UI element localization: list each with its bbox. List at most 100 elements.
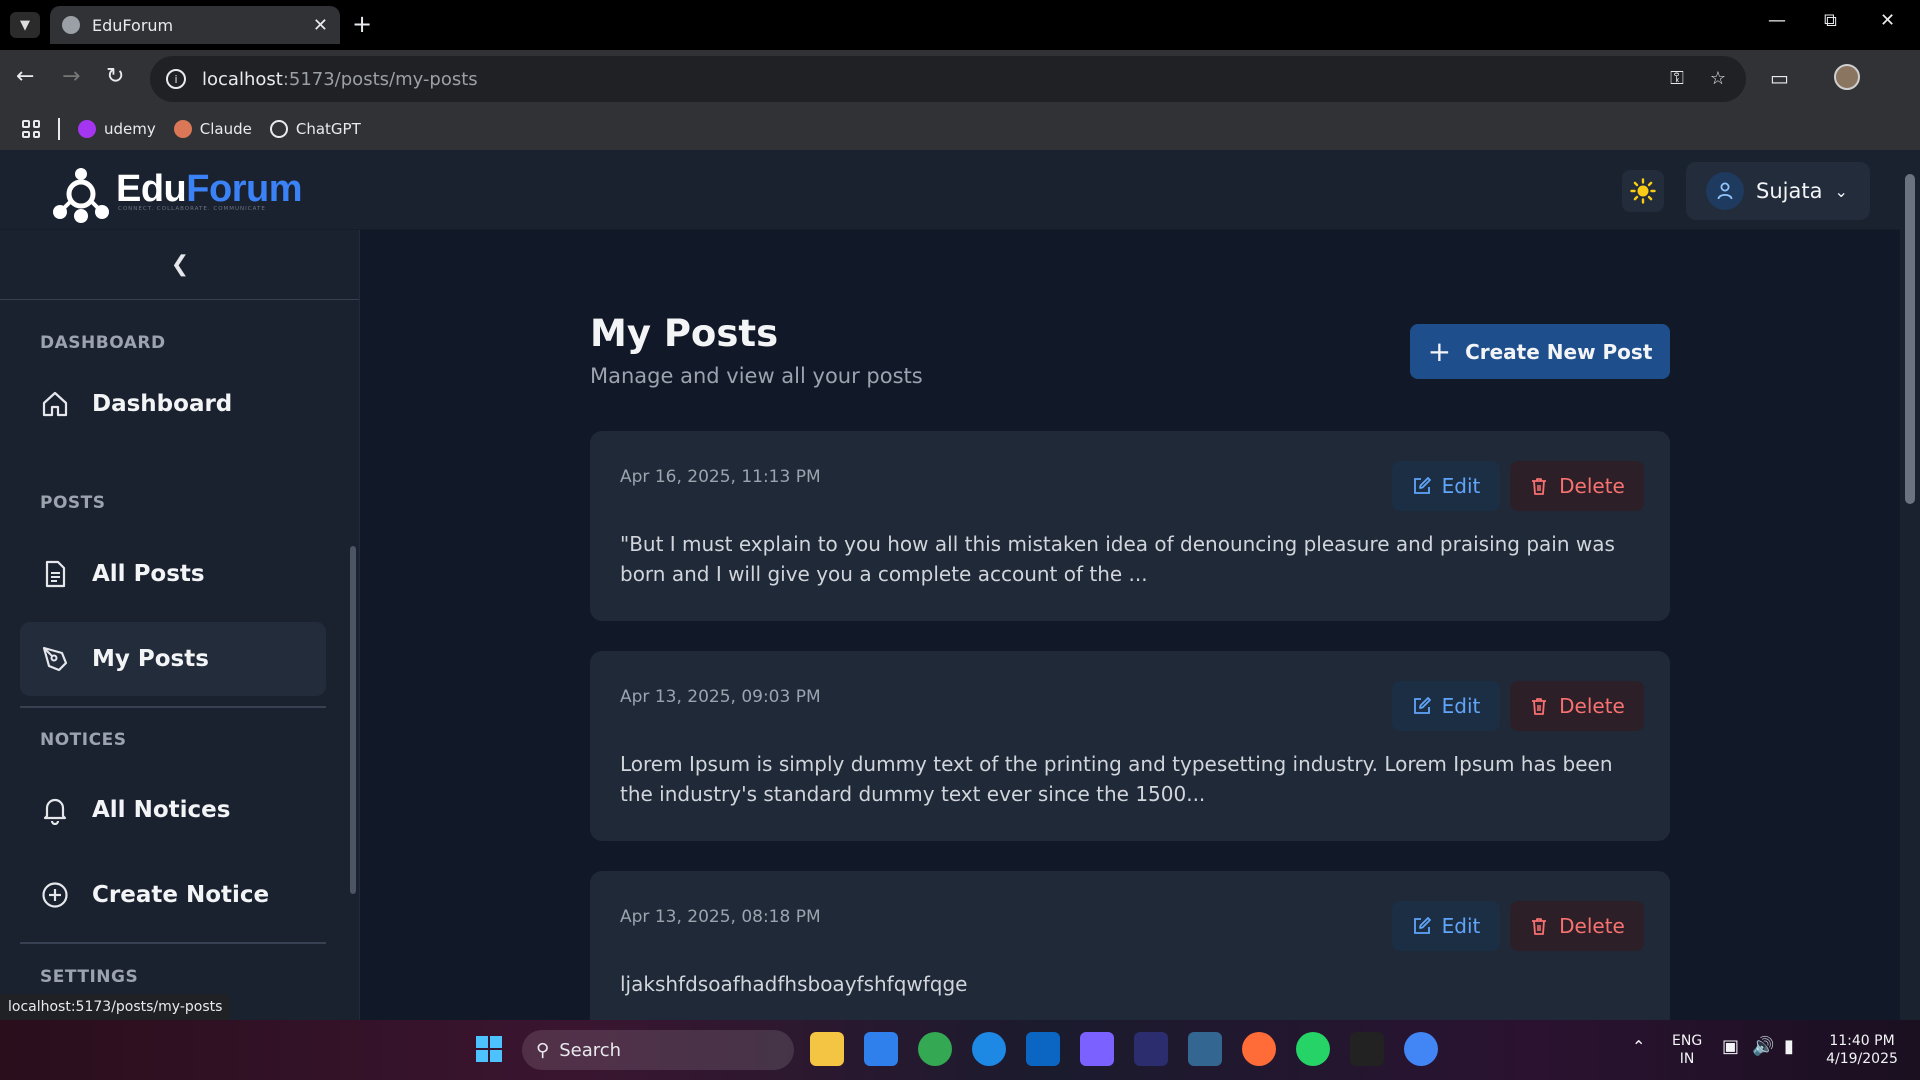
search-icon: ⚲ [536, 1039, 550, 1061]
address-bar[interactable]: i localhost :5173/posts/my-posts ⚿ ☆ [150, 56, 1746, 102]
minimize-button[interactable]: — [1768, 10, 1786, 31]
outlook-icon[interactable] [1026, 1032, 1060, 1066]
bookmarks-separator [58, 118, 60, 140]
delete-post-button[interactable]: Delete [1510, 681, 1644, 731]
site-info-icon[interactable]: i [166, 69, 186, 89]
chevron-left-icon: ❮ [170, 252, 190, 277]
apps-grid-icon[interactable] [22, 120, 40, 138]
m365-icon[interactable] [1080, 1032, 1114, 1066]
new-tab-button[interactable]: + [352, 10, 372, 38]
document-icon [45, 560, 66, 588]
battery-icon[interactable]: ▮ [1784, 1038, 1794, 1056]
sidebar-section-dashboard: DASHBOARD [40, 333, 166, 353]
create-new-post-button[interactable]: + Create New Post [1410, 324, 1670, 379]
tab-title: EduForum [92, 15, 174, 35]
edit-icon [1413, 697, 1431, 714]
restore-button[interactable]: ⧉ [1824, 10, 1837, 31]
logo-tagline: CONNECT. COLLABORATE. COMMUNICATE [118, 206, 266, 212]
sidebar-section-posts: POSTS [40, 493, 106, 513]
edit-post-button[interactable]: Edit [1392, 901, 1500, 951]
window-close-button[interactable]: ✕ [1880, 10, 1895, 31]
page-subtitle: Manage and view all your posts [590, 364, 923, 388]
udemy-icon [78, 120, 96, 138]
sidebar: ❮ DASHBOARD Dashboard POSTS All Posts My… [0, 230, 360, 1020]
forward-button[interactable]: → [62, 64, 80, 89]
delete-label: Delete [1559, 474, 1625, 498]
sidebar-item-label: All Notices [92, 797, 231, 823]
password-key-icon[interactable]: ⚿ [1670, 68, 1684, 89]
extensions-icon[interactable]: ▭ [1770, 66, 1789, 90]
sidebar-item-create-notice[interactable]: Create Notice [20, 858, 326, 932]
taskbar: ⚲ Search ⌃ ENG IN ▣ 🔊 ▮ 11:40 PM 4/19/20… [0, 1020, 1920, 1080]
app-store-icon[interactable] [972, 1032, 1006, 1066]
bookmark-udemy[interactable]: udemy [78, 120, 156, 138]
edit-post-button[interactable]: Edit [1392, 461, 1500, 511]
intellij-icon[interactable] [1134, 1032, 1168, 1066]
page-scrollbar-thumb[interactable] [1905, 174, 1915, 504]
clock[interactable]: 11:40 PM 4/19/2025 [1822, 1032, 1902, 1068]
sidebar-divider [20, 706, 326, 708]
trash-icon [1532, 918, 1547, 935]
sidebar-scrollbar[interactable] [348, 530, 358, 1020]
sidebar-scrollbar-thumb[interactable] [350, 546, 356, 894]
status-bar-url: localhost:5173/posts/my-posts [0, 994, 231, 1020]
bookmarks-bar: udemy Claude ChatGPT [0, 108, 1920, 150]
bookmark-claude[interactable]: Claude [173, 120, 252, 138]
page-scrollbar[interactable] [1900, 150, 1920, 1020]
file-explorer-icon[interactable] [810, 1032, 844, 1066]
chrome-icon[interactable] [918, 1032, 952, 1066]
post-card: Apr 16, 2025, 11:13 PM Edit Delete "But … [590, 431, 1670, 621]
main-content: My Posts Manage and view all your posts … [361, 230, 1901, 1061]
whatsapp-icon[interactable] [1296, 1032, 1330, 1066]
bookmark-label: ChatGPT [295, 120, 361, 138]
tab-search-button[interactable]: ▼ [10, 12, 40, 38]
theme-toggle-button[interactable] [1622, 170, 1664, 212]
sidebar-item-label: My Posts [92, 646, 209, 672]
close-tab-icon[interactable]: ✕ [313, 15, 328, 36]
vscode-icon[interactable] [864, 1032, 898, 1066]
edit-post-button[interactable]: Edit [1392, 681, 1500, 731]
post-date: Apr 16, 2025, 11:13 PM [620, 467, 821, 487]
create-button-label: Create New Post [1465, 339, 1653, 364]
reload-button[interactable]: ↻ [106, 64, 124, 89]
edit-label: Edit [1441, 914, 1481, 938]
browser-toolbar: ← → ↻ i localhost :5173/posts/my-posts ⚿… [0, 50, 1920, 108]
url-host: localhost [202, 68, 283, 90]
postman-icon[interactable] [1242, 1032, 1276, 1066]
delete-post-button[interactable]: Delete [1510, 901, 1644, 951]
eduforum-logo-icon[interactable] [50, 164, 112, 226]
sidebar-item-label: All Posts [92, 561, 205, 587]
terminal-icon[interactable] [1350, 1032, 1384, 1066]
post-date: Apr 13, 2025, 08:18 PM [620, 907, 821, 927]
language-indicator[interactable]: ENG IN [1672, 1032, 1702, 1068]
postgres-icon[interactable] [1188, 1032, 1222, 1066]
plus-circle-icon [42, 882, 68, 908]
sidebar-item-dashboard[interactable]: Dashboard [20, 367, 326, 441]
url-path: :5173/posts/my-posts [282, 68, 478, 90]
bookmark-star-icon[interactable]: ☆ [1710, 68, 1726, 89]
delete-post-button[interactable]: Delete [1510, 461, 1644, 511]
chatgpt-icon [269, 120, 288, 138]
network-icon[interactable]: ▣ [1722, 1038, 1739, 1056]
sidebar-collapse-button[interactable]: ❮ [0, 230, 359, 300]
back-button[interactable]: ← [16, 64, 34, 89]
pen-tool-icon [42, 646, 68, 672]
sidebar-item-all-posts[interactable]: All Posts [20, 537, 326, 611]
app-root: EduForum CONNECT. COLLABORATE. COMMUNICA… [0, 150, 1920, 1061]
tray-overflow-chevron-icon[interactable]: ⌃ [1632, 1038, 1645, 1056]
volume-icon[interactable]: 🔊 [1752, 1038, 1774, 1056]
logo-wordmark[interactable]: EduForum [116, 168, 302, 211]
taskbar-search[interactable]: ⚲ Search [522, 1030, 794, 1070]
home-icon [42, 391, 68, 417]
language-code: ENG [1672, 1033, 1703, 1049]
user-icon [1717, 182, 1733, 200]
claude-icon [173, 120, 192, 138]
bookmark-chatgpt[interactable]: ChatGPT [269, 120, 361, 138]
browser-profile-avatar[interactable] [1834, 64, 1860, 90]
sidebar-item-my-posts[interactable]: My Posts [20, 622, 326, 696]
chrome-active-icon[interactable] [1404, 1032, 1438, 1066]
windows-start-icon[interactable] [472, 1032, 506, 1066]
browser-tab[interactable]: EduForum ✕ [50, 6, 340, 44]
user-menu-button[interactable]: Sujata ⌄ [1686, 162, 1870, 220]
sidebar-item-all-notices[interactable]: All Notices [20, 773, 326, 847]
